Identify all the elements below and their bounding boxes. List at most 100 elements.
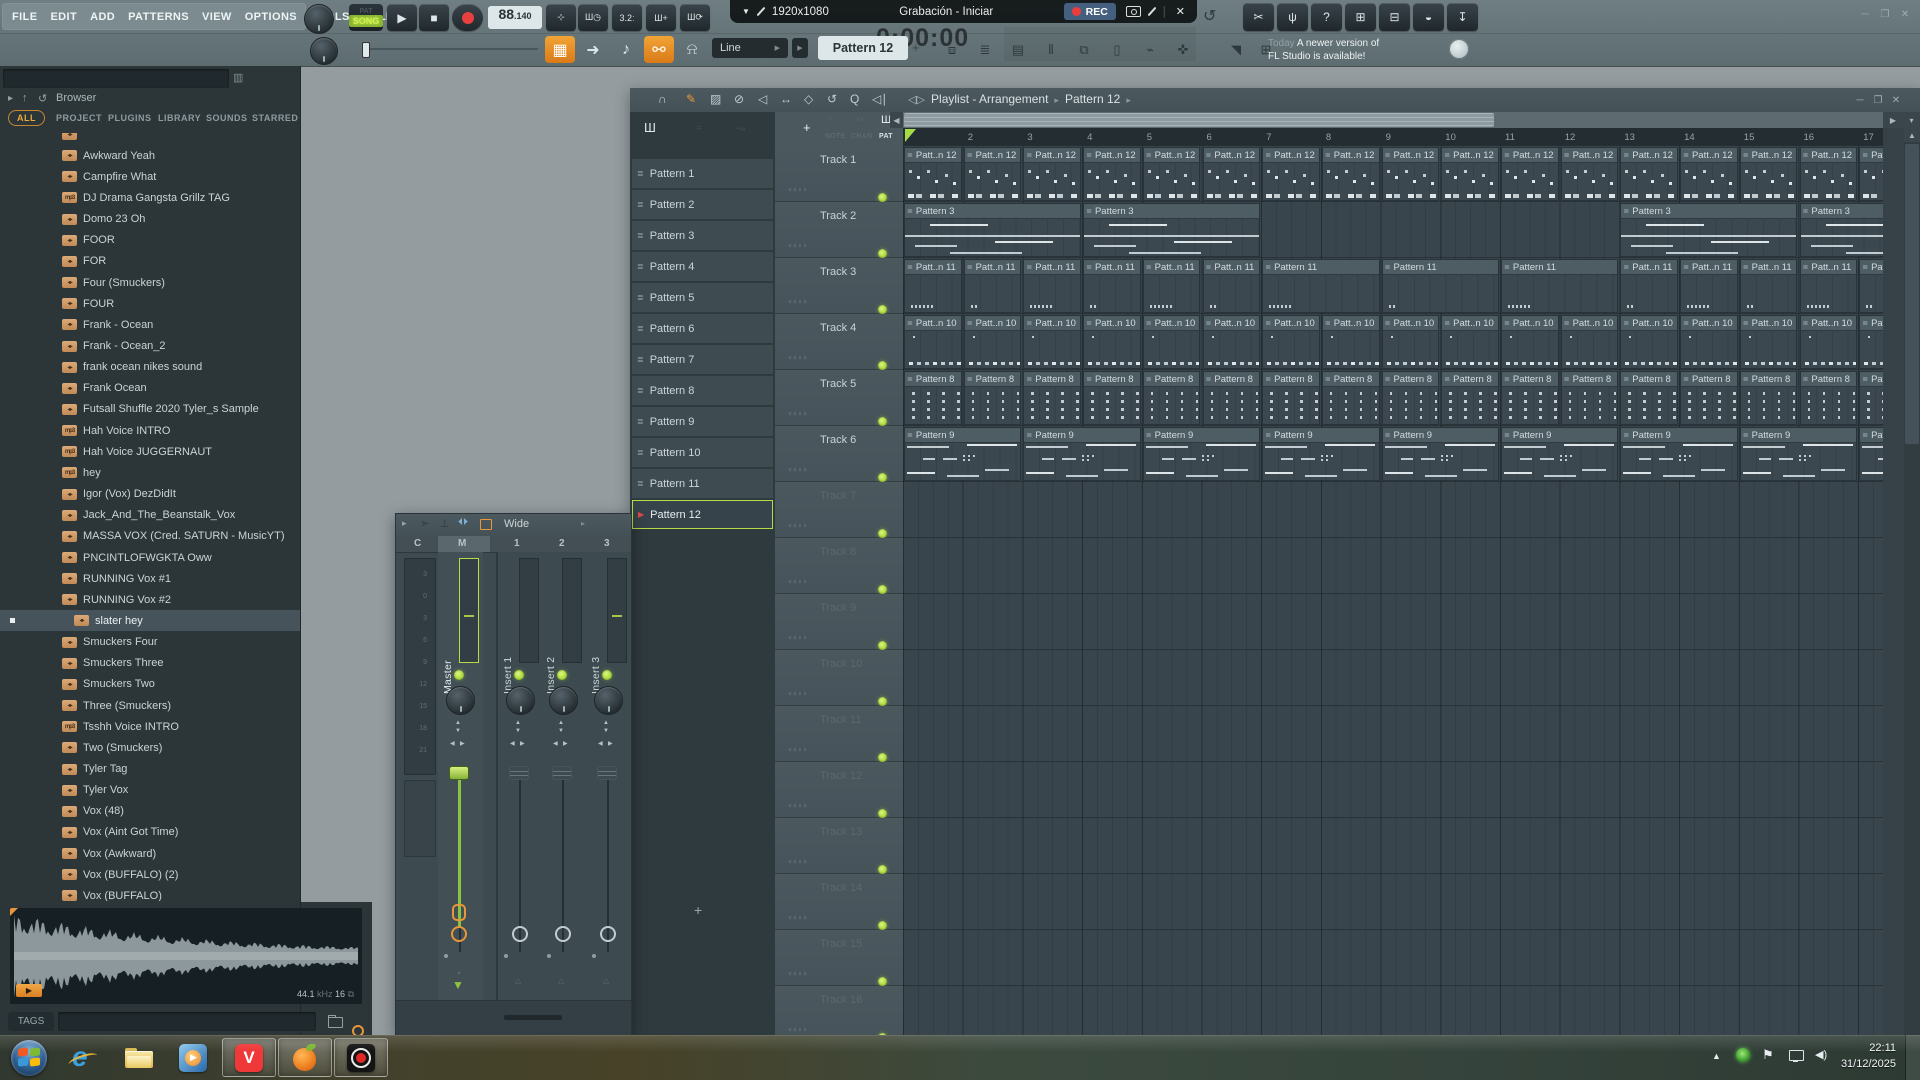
clip-track-5-bar11[interactable]: ≣Pattern 8: [1501, 371, 1559, 425]
menu-add[interactable]: ADD: [90, 11, 115, 23]
track-mute-led[interactable]: [878, 193, 887, 202]
picker-item-5[interactable]: ≣Pattern 5: [632, 283, 773, 312]
tab-note[interactable]: NOTE: [825, 133, 846, 140]
clip-track-4-bar13[interactable]: ≣Patt..n 10: [1620, 315, 1678, 369]
play-button[interactable]: ▶: [387, 4, 417, 31]
channel-pan-knob[interactable]: [549, 686, 578, 715]
pattern-prev-arrow[interactable]: ▶: [792, 38, 808, 58]
browser-item[interactable]: mp3hey: [0, 462, 300, 483]
app-minimize-button[interactable]: ─: [1856, 8, 1874, 20]
track-header-10[interactable]: Track 10: [775, 650, 903, 706]
playlist-maximize-button[interactable]: ❐: [1870, 94, 1886, 106]
undo-icon[interactable]: ↺: [1203, 6, 1216, 26]
touch-icon[interactable]: ✜: [1169, 38, 1197, 62]
strip-route-arrow[interactable]: ▼: [452, 978, 464, 992]
browser-item[interactable]: ◂▸RUNNING Vox #1: [0, 568, 300, 589]
clip-track-1-bar7[interactable]: ≣Patt..n 12: [1262, 147, 1320, 201]
browser-item[interactable]: ◂▸Smuckers Four: [0, 632, 300, 653]
browser-item[interactable]: mp3Hah Voice INTRO: [0, 420, 300, 441]
menu-options[interactable]: OPTIONS: [245, 11, 297, 23]
picker-item-6[interactable]: ≣Pattern 6: [632, 314, 773, 343]
channel-fader[interactable]: [552, 766, 572, 780]
browser-item[interactable]: ◂▸FOOR: [0, 230, 300, 251]
recorder-close-icon[interactable]: ✕: [1176, 5, 1185, 18]
playlist-hscrollbar[interactable]: ◀ ▶ ▾: [903, 112, 1883, 128]
blend-notes-icon[interactable]: Ш+: [646, 4, 676, 31]
channel-pan-knob[interactable]: [594, 686, 623, 715]
browser-item[interactable]: ◂▸Vox (BUFFALO) (2): [0, 864, 300, 885]
strip-up-arrow[interactable]: ▲: [456, 970, 462, 976]
taskbar-internet-explorer[interactable]: e: [56, 1038, 110, 1077]
brush-icon[interactable]: ▨: [710, 92, 721, 106]
picker-add-pattern-button[interactable]: +: [694, 902, 702, 918]
clip-track-1-bar8[interactable]: ≣Patt..n 12: [1322, 147, 1380, 201]
clip-track-5-bar13[interactable]: ≣Pattern 8: [1620, 371, 1678, 425]
mixer-view-arrow-icon[interactable]: ▸: [581, 519, 585, 528]
picker-item-1[interactable]: ≣Pattern 1: [632, 159, 773, 188]
mixer-menu-icon[interactable]: ▸: [402, 518, 407, 529]
channel-pan-knob[interactable]: [506, 686, 535, 715]
recorder-screenshot-icon[interactable]: [1126, 6, 1141, 17]
browser-item[interactable]: mp3Hah Voice JUGGERNAUT: [0, 441, 300, 462]
export-icon[interactable]: ↧: [1447, 3, 1478, 31]
browser-item[interactable]: ◂▸frank ocean nikes sound: [0, 357, 300, 378]
mixer-view-icon[interactable]: ⫴: [1037, 38, 1065, 62]
track-mute-led[interactable]: [878, 305, 887, 314]
browser-item[interactable]: ◂▸Tyler Tag: [0, 759, 300, 780]
clip-track-4-bar6[interactable]: ≣Patt..n 10: [1203, 315, 1261, 369]
browser-item[interactable]: ◂▸Vox (BUFFALO): [0, 885, 300, 901]
channel-enable-led[interactable]: [454, 670, 464, 680]
clip-track-3-bar13[interactable]: ≣Patt..n 11: [1620, 259, 1678, 313]
track-mute-led[interactable]: [878, 865, 887, 874]
channel-enable-led[interactable]: [602, 670, 612, 680]
playlist-close-button[interactable]: ✕: [1888, 94, 1904, 106]
browser-refresh-icon[interactable]: ↺: [38, 92, 47, 105]
browser-item[interactable]: ◂▸Frank - Ocean_2: [0, 336, 300, 357]
channel-leftright-arrow[interactable]: ◀: [450, 740, 455, 747]
channel-leftright-arrow[interactable]: ▶: [460, 740, 465, 747]
channel-updown-arrow[interactable]: ▲: [558, 720, 564, 726]
track-mute-led[interactable]: [878, 809, 887, 818]
clip-track-3-bar14[interactable]: ≣Patt..n 11: [1680, 259, 1738, 313]
channel-fader[interactable]: [509, 766, 529, 780]
clip-track-4-bar14[interactable]: ≣Patt..n 10: [1680, 315, 1738, 369]
channel-updown-arrow[interactable]: ▼: [558, 728, 564, 734]
track-header-8[interactable]: Track 8: [775, 538, 903, 594]
clip-track-4-bar9[interactable]: ≣Patt..n 10: [1382, 315, 1440, 369]
browser-search-options-icon[interactable]: ▥: [233, 71, 249, 87]
clip-track-6-bar11[interactable]: ≣Pattern 9: [1501, 427, 1618, 481]
tags-input[interactable]: [58, 1012, 316, 1031]
recorder-edit-icon[interactable]: [1147, 7, 1156, 17]
mixer-bottom-slider[interactable]: [504, 1015, 562, 1020]
track-mute-led[interactable]: [878, 753, 887, 762]
plugin-icon[interactable]: ⌁: [1136, 38, 1164, 62]
clip-track-5-bar5[interactable]: ≣Pattern 8: [1143, 371, 1201, 425]
clip-track-5-bar4[interactable]: ≣Pattern 8: [1083, 371, 1141, 425]
latency-clock-icon[interactable]: [451, 926, 467, 942]
track-header-6[interactable]: Track 6: [775, 426, 903, 482]
menu-edit[interactable]: EDIT: [50, 11, 77, 23]
mixer-io-icon[interactable]: ⊥: [440, 517, 450, 530]
track-mute-led[interactable]: [878, 977, 887, 986]
slide-icon[interactable]: ✎: [686, 92, 696, 106]
strip-up-arrow[interactable]: △: [603, 976, 609, 985]
track-mute-led[interactable]: [878, 921, 887, 930]
track-header-4[interactable]: Track 4: [775, 314, 903, 370]
clip-track-5-bar7[interactable]: ≣Pattern 8: [1262, 371, 1320, 425]
menu-view[interactable]: VIEW: [202, 11, 232, 23]
clip-track-5-bar17[interactable]: ≣Pattern 8: [1859, 371, 1883, 425]
clip-track-4-bar5[interactable]: ≣Patt..n 10: [1143, 315, 1201, 369]
save-new-icon[interactable]: ⊟: [1379, 3, 1410, 31]
channel-leftright-arrow[interactable]: ◀: [553, 740, 558, 747]
song-pat-toggle[interactable]: PAT SONG: [349, 4, 383, 31]
browser-item[interactable]: ◂▸RUNNING Vox #2: [0, 589, 300, 610]
picker-audio-icon[interactable]: ≈: [696, 122, 702, 134]
loop-tool-icon[interactable]: ↺: [827, 92, 837, 106]
clip-track-3-bar11[interactable]: ≣Pattern 11: [1501, 259, 1618, 313]
clip-track-6-bar9[interactable]: ≣Pattern 9: [1382, 427, 1499, 481]
hscroll-left-button[interactable]: ◀: [890, 112, 903, 128]
select-tool-icon[interactable]: ◇: [804, 92, 813, 106]
clip-track-4-bar17[interactable]: ≣Patt..n 10: [1859, 315, 1883, 369]
track-mute-led[interactable]: [878, 641, 887, 650]
taskbar-fl-studio[interactable]: [278, 1038, 332, 1077]
